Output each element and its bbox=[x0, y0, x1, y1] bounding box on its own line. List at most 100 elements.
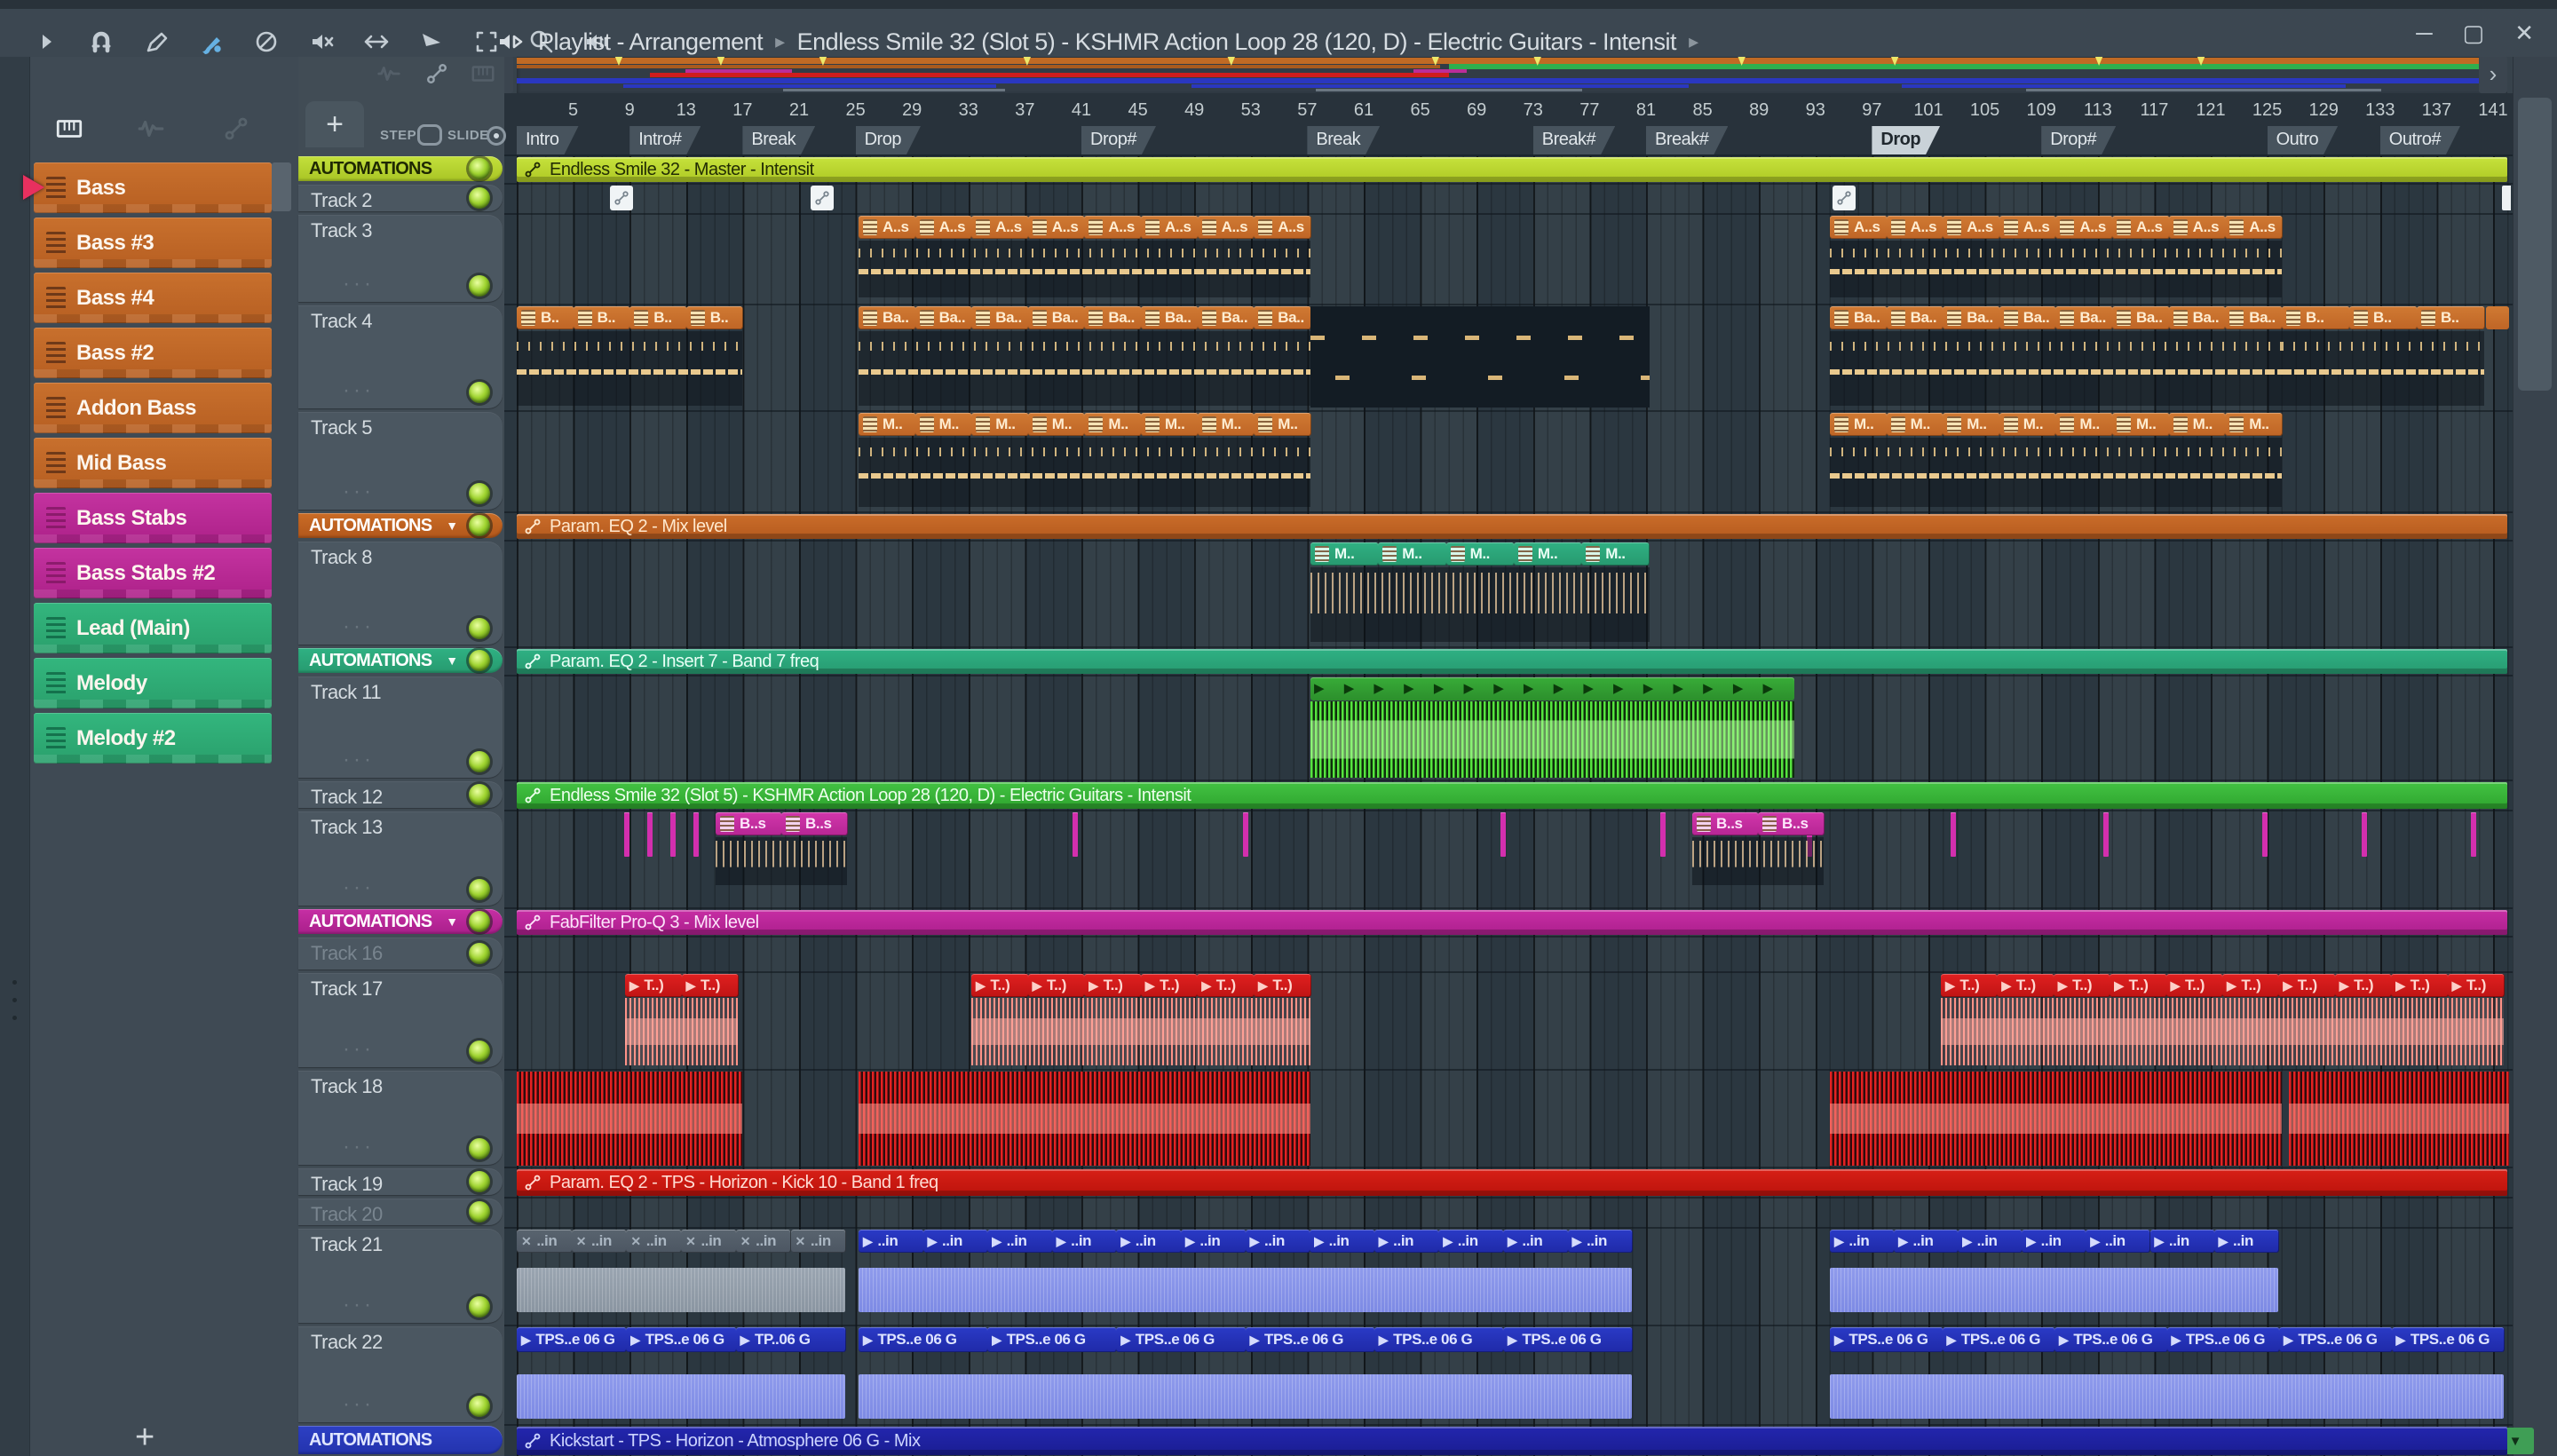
track-mute-led[interactable] bbox=[469, 515, 490, 536]
stab-clip[interactable] bbox=[1500, 812, 1506, 857]
pattern-clip[interactable]: B..s bbox=[716, 812, 782, 835]
pattern-clip[interactable]: M.. bbox=[1141, 413, 1199, 436]
waveform[interactable] bbox=[1941, 998, 2504, 1065]
audio-clip[interactable]: ▶ T..) bbox=[1084, 974, 1142, 997]
automation-link-icon[interactable] bbox=[218, 114, 254, 148]
pattern-clip[interactable]: M.. bbox=[1378, 542, 1447, 566]
automation-clip[interactable]: Param. EQ 2 - Mix level bbox=[517, 514, 2507, 539]
stab-clip[interactable] bbox=[670, 812, 676, 857]
waveform[interactable] bbox=[1830, 1268, 2278, 1312]
waveform[interactable] bbox=[2289, 1072, 2509, 1166]
audio-clip[interactable]: ▶ TPS..e 06 G bbox=[1245, 1327, 1375, 1352]
pattern-clip[interactable]: M.. bbox=[1830, 413, 1888, 436]
menu-arrow-icon[interactable] bbox=[30, 26, 62, 58]
automation-clip[interactable]: Param. EQ 2 - Insert 7 - Band 7 freq bbox=[517, 649, 2507, 674]
pattern-card-bass-stabs-2[interactable]: Bass Stabs #2 bbox=[34, 548, 272, 598]
section-marker-break#[interactable]: Break# bbox=[1646, 126, 1728, 154]
audio-clip[interactable]: ▶ ..in bbox=[1373, 1230, 1440, 1253]
pattern-clip[interactable]: Ba.. bbox=[2225, 306, 2283, 329]
audio-clip[interactable]: ▶ ..in bbox=[1958, 1230, 2023, 1253]
automation-clip[interactable]: Endless Smile 32 - Master - Intensit bbox=[517, 157, 2507, 182]
section-marker-drop[interactable]: Drop bbox=[1872, 126, 1940, 154]
pattern-clip[interactable]: A..s bbox=[1254, 216, 1311, 239]
pattern-clip[interactable]: Ba.. bbox=[1141, 306, 1199, 329]
track-mute-led[interactable] bbox=[469, 1171, 490, 1192]
pattern-clip[interactable]: M.. bbox=[1513, 542, 1583, 566]
waveform[interactable] bbox=[517, 1374, 845, 1419]
stab-clip[interactable] bbox=[624, 812, 629, 857]
audio-wave-icon[interactable] bbox=[373, 60, 405, 91]
pattern-clip[interactable]: M.. bbox=[1084, 413, 1142, 436]
stab-clip[interactable] bbox=[1243, 812, 1248, 857]
midi-preview[interactable] bbox=[1310, 306, 1650, 408]
mute-tool-icon[interactable] bbox=[305, 26, 337, 58]
track-mute-led[interactable] bbox=[469, 618, 490, 639]
pattern-clip[interactable]: B.. bbox=[2282, 306, 2350, 329]
audio-clip[interactable]: ▶ TPS..e 06 G bbox=[859, 1327, 989, 1352]
pattern-clip[interactable]: Ba.. bbox=[971, 306, 1029, 329]
automation-marker-clip[interactable] bbox=[610, 186, 633, 210]
audio-clip[interactable]: ▶ T..) bbox=[1197, 974, 1255, 997]
audio-clip[interactable]: ▶ ..in bbox=[1310, 1230, 1375, 1253]
audio-clip[interactable]: ▶ ..in bbox=[987, 1230, 1053, 1253]
audio-clip[interactable]: ▶ ..in bbox=[922, 1230, 989, 1253]
track-mute-led[interactable] bbox=[469, 483, 490, 504]
stab-clip[interactable] bbox=[2103, 812, 2109, 857]
waveform[interactable] bbox=[859, 1374, 1633, 1419]
pattern-clip[interactable]: Ba.. bbox=[1197, 306, 1255, 329]
pattern-clip[interactable]: A..s bbox=[971, 216, 1029, 239]
audio-clip[interactable]: ▶ T..) bbox=[1027, 974, 1086, 997]
track-mute-led[interactable] bbox=[469, 1296, 490, 1318]
pattern-clip[interactable]: A..s bbox=[1999, 216, 2057, 239]
pattern-clip[interactable]: B..s bbox=[1758, 812, 1825, 835]
pattern-card-bass-3[interactable]: Bass #3 bbox=[34, 218, 272, 268]
waveform[interactable] bbox=[971, 998, 1310, 1065]
pattern-clip[interactable]: M.. bbox=[1027, 413, 1086, 436]
audio-clip[interactable]: ▶ TPS..e 06 G bbox=[2391, 1327, 2505, 1352]
waveform[interactable] bbox=[1830, 1374, 2504, 1419]
pattern-card-addon-bass[interactable]: Addon Bass bbox=[34, 383, 272, 433]
pattern-clip[interactable]: M.. bbox=[2225, 413, 2283, 436]
audio-clip[interactable]: ▶ ..in bbox=[1830, 1230, 1896, 1253]
slide-tool-icon[interactable] bbox=[360, 26, 392, 58]
audio-clip[interactable]: ▶ TPS..e 06 G bbox=[2279, 1327, 2393, 1352]
audio-clip[interactable]: ✕ ..in bbox=[571, 1230, 628, 1253]
audio-clip[interactable]: ▶ T..) bbox=[2334, 974, 2393, 997]
audio-clip[interactable]: ▶ ..in bbox=[1894, 1230, 1959, 1253]
pattern-clip[interactable]: Ba.. bbox=[1943, 306, 2000, 329]
waveform[interactable] bbox=[517, 1268, 846, 1312]
track-mute-led[interactable] bbox=[469, 1041, 490, 1062]
pattern-clip[interactable]: A..s bbox=[1141, 216, 1199, 239]
audio-clip[interactable]: ▶ ..in bbox=[859, 1230, 924, 1253]
audio-clip[interactable]: ▶ TPS..e 06 G bbox=[1942, 1327, 2055, 1352]
pattern-clip[interactable]: B.. bbox=[573, 306, 631, 329]
pattern-clip[interactable]: Ba.. bbox=[859, 306, 916, 329]
track-mute-led[interactable] bbox=[469, 1201, 490, 1223]
collapse-arrow-icon[interactable]: ▼ bbox=[446, 518, 458, 533]
pattern-clip[interactable]: M.. bbox=[2168, 413, 2227, 436]
stab-clip[interactable] bbox=[1951, 812, 1956, 857]
audio-clip[interactable]: ▶ ..in bbox=[1245, 1230, 1311, 1253]
add-track-button[interactable]: + bbox=[305, 101, 364, 147]
piano-roll-icon[interactable] bbox=[467, 60, 499, 91]
clip-fragment[interactable] bbox=[2502, 186, 2511, 210]
track-mute-led[interactable] bbox=[469, 187, 490, 209]
section-marker-intro[interactable]: Intro bbox=[517, 126, 579, 154]
midi-preview[interactable] bbox=[1830, 438, 2282, 507]
clip-fragment[interactable] bbox=[2486, 306, 2509, 329]
audio-clip[interactable]: ▶ TPS..e 06 G bbox=[1116, 1327, 1247, 1352]
audio-clip[interactable]: ▶ TPS..e 06 G bbox=[2054, 1327, 2168, 1352]
track-mute-led[interactable] bbox=[469, 751, 490, 772]
pattern-clip[interactable]: M.. bbox=[1254, 413, 1311, 436]
track-mute-led[interactable] bbox=[469, 911, 490, 932]
pattern-clip[interactable]: A..s bbox=[2055, 216, 2113, 239]
pattern-clip[interactable]: A..s bbox=[859, 216, 916, 239]
pattern-card-bass-4[interactable]: Bass #4 bbox=[34, 273, 272, 323]
close-button[interactable]: ✕ bbox=[2514, 20, 2534, 47]
track-mute-led[interactable] bbox=[469, 382, 490, 403]
audio-clip[interactable]: ▶ TPS..e 06 G bbox=[1503, 1327, 1634, 1352]
audio-clip[interactable]: ▶ ..in bbox=[1438, 1230, 1504, 1253]
pattern-clip[interactable]: Ba.. bbox=[1999, 306, 2057, 329]
pattern-clip[interactable]: A..s bbox=[1886, 216, 1944, 239]
section-marker-drop#[interactable]: Drop# bbox=[1081, 126, 1156, 154]
